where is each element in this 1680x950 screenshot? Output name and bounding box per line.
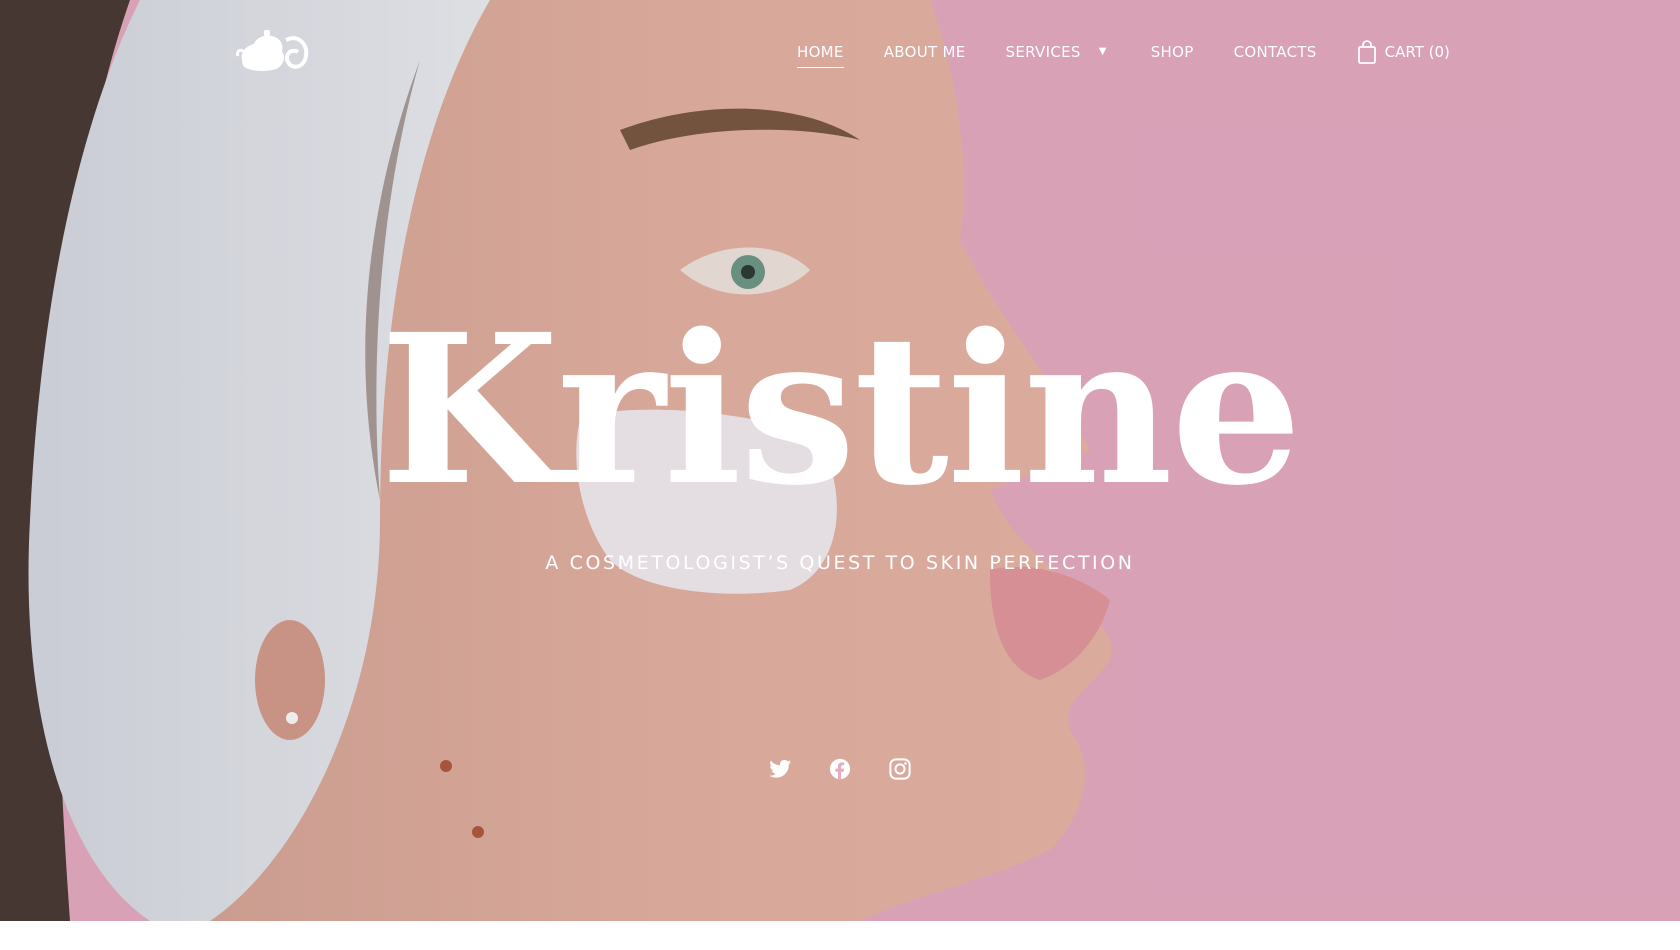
- teapot-logo-icon[interactable]: [236, 30, 310, 74]
- nav-shop[interactable]: SHOP: [1151, 43, 1194, 61]
- main-nav: HOME ABOUT ME SERVICES ▼ SHOP CONTACTS C…: [797, 40, 1450, 68]
- cart-link[interactable]: CART (0): [1357, 40, 1450, 64]
- page: HOME ABOUT ME SERVICES ▼ SHOP CONTACTS C…: [0, 0, 1680, 950]
- facebook-icon[interactable]: [829, 758, 851, 780]
- cart-label: CART (0): [1384, 43, 1450, 61]
- social-links: [0, 758, 1680, 780]
- shopping-bag-icon: [1357, 40, 1376, 64]
- nav-about-me[interactable]: ABOUT ME: [884, 43, 966, 61]
- instagram-icon[interactable]: [889, 758, 911, 780]
- hero-subtitle: A COSMETOLOGIST’S QUEST TO SKIN PERFECTI…: [545, 552, 1135, 574]
- nav-services-label: SERVICES: [1005, 43, 1081, 61]
- nav-contacts[interactable]: CONTACTS: [1234, 43, 1317, 61]
- hero-section: HOME ABOUT ME SERVICES ▼ SHOP CONTACTS C…: [0, 0, 1680, 921]
- site-header: HOME ABOUT ME SERVICES ▼ SHOP CONTACTS C…: [0, 0, 1680, 104]
- nav-services[interactable]: SERVICES ▼: [1006, 43, 1107, 61]
- hero-title: Kristine: [379, 289, 1302, 531]
- twitter-icon[interactable]: [769, 758, 791, 780]
- nav-home[interactable]: HOME: [797, 43, 844, 68]
- caret-down-icon: ▼: [1098, 45, 1107, 57]
